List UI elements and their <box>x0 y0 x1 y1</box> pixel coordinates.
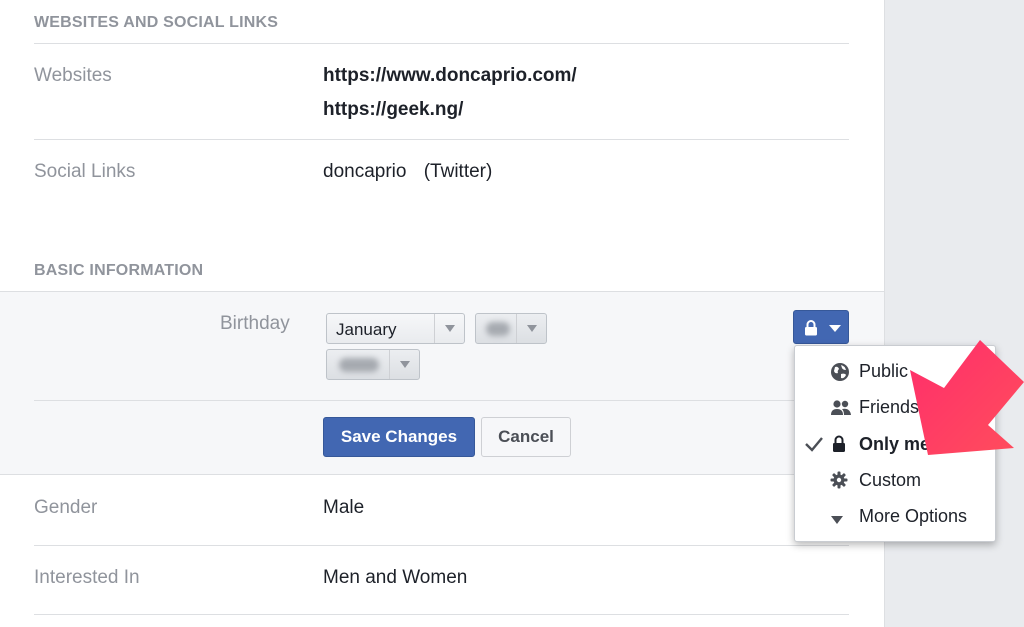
social-handle[interactable]: doncaprio <box>323 161 406 182</box>
interested-in-value: Men and Women <box>323 567 468 588</box>
cancel-button[interactable]: Cancel <box>481 417 571 457</box>
privacy-selector-button[interactable] <box>793 310 849 344</box>
option-label: Public <box>859 361 909 381</box>
chevron-down-icon <box>445 325 455 332</box>
divider <box>34 614 849 615</box>
lock-icon <box>832 435 852 455</box>
website-link[interactable]: https://geek.ng/ <box>323 99 463 121</box>
dropdown-caret <box>516 314 546 343</box>
caret-down-icon <box>830 512 850 532</box>
chevron-down-icon <box>400 361 410 368</box>
option-label: Custom <box>859 470 922 490</box>
month-value: January <box>336 320 397 339</box>
privacy-option-friends[interactable]: Friends <box>795 390 995 426</box>
option-label: Friends <box>859 397 920 417</box>
dropdown-caret <box>434 314 464 343</box>
interested-in-label: Interested In <box>34 567 140 588</box>
website-link[interactable]: https://www.doncaprio.com/ <box>323 65 577 87</box>
section-heading-websites: WEBSITES AND SOCIAL LINKS <box>34 14 279 31</box>
privacy-option-custom[interactable]: Custom <box>795 463 995 499</box>
checkmark-icon <box>804 435 824 458</box>
divider <box>34 545 849 546</box>
privacy-option-only-me[interactable]: Only me <box>795 427 995 463</box>
privacy-option-public[interactable]: Public <box>795 354 995 390</box>
dropdown-caret <box>389 350 419 379</box>
option-label: More Options <box>859 506 968 526</box>
birthday-day-select[interactable] <box>475 313 547 344</box>
social-link[interactable]: doncaprio (Twitter) <box>323 161 492 183</box>
divider <box>34 400 849 401</box>
redacted-year <box>339 358 379 372</box>
divider <box>34 43 849 44</box>
privacy-menu: Public Friends Only me Custom More Optio… <box>794 345 996 542</box>
gear-icon <box>830 471 850 491</box>
divider <box>34 139 849 140</box>
birthday-label: Birthday <box>220 313 290 334</box>
birthday-year-select[interactable] <box>326 349 420 380</box>
save-changes-button[interactable]: Save Changes <box>323 417 475 457</box>
friends-icon <box>830 398 851 418</box>
privacy-option-more[interactable]: More Options <box>795 499 995 535</box>
redacted-day <box>486 322 510 336</box>
profile-about-panel: WEBSITES AND SOCIAL LINKS Websites https… <box>0 0 884 627</box>
lock-icon <box>804 320 818 341</box>
section-heading-basic-info: BASIC INFORMATION <box>34 262 204 279</box>
globe-icon <box>830 362 850 382</box>
birthday-month-select[interactable]: January <box>326 313 465 344</box>
chevron-down-icon <box>527 325 537 332</box>
gender-value: Male <box>323 497 365 518</box>
websites-label: Websites <box>34 65 112 86</box>
gender-label: Gender <box>34 497 98 518</box>
option-label: Only me <box>859 434 931 454</box>
caret-down-icon <box>829 325 841 332</box>
social-links-label: Social Links <box>34 161 136 182</box>
social-network: (Twitter) <box>423 161 493 182</box>
